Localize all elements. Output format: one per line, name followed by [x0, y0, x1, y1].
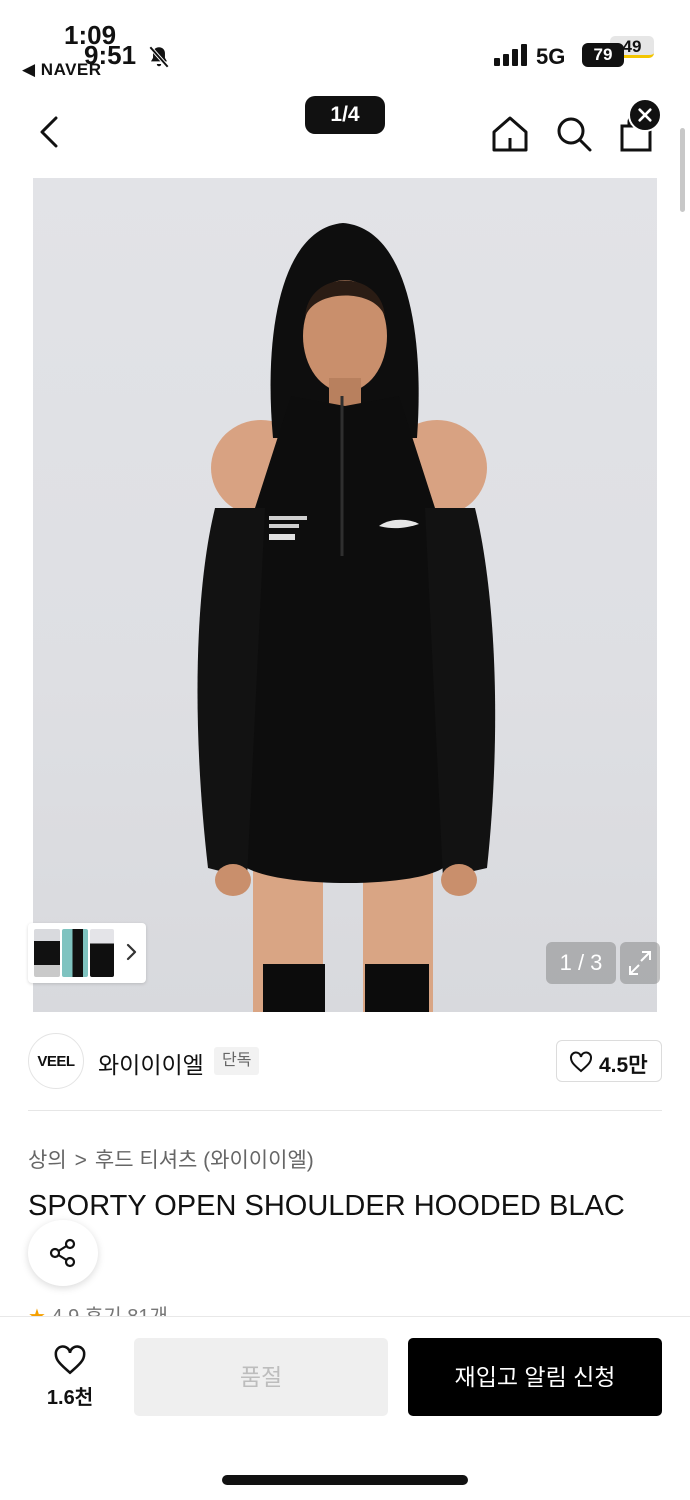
back-to-app-label[interactable]: ◀ NAVER: [22, 60, 102, 80]
thumbnail-1[interactable]: [34, 929, 60, 977]
signal-icon: [494, 44, 527, 66]
rating-summary[interactable]: ★ 4.9 후기 81개: [28, 1300, 168, 1316]
wishlist-count: 1.6천: [46, 1387, 94, 1409]
soldout-button: 품절: [134, 1338, 388, 1416]
network-type: 5G: [536, 44, 566, 69]
share-icon: [49, 1238, 76, 1268]
star-icon: ★: [28, 1306, 46, 1316]
bell-mute-icon: [148, 45, 170, 69]
image-counter: 1 / 3: [546, 942, 616, 984]
close-icon[interactable]: [628, 98, 662, 132]
back-icon[interactable]: [30, 112, 70, 152]
breadcrumb-category[interactable]: 상의: [28, 1149, 67, 1172]
thumbnail-strip[interactable]: [28, 923, 146, 983]
breadcrumb-separator: >: [74, 1149, 87, 1172]
search-icon[interactable]: [552, 112, 596, 156]
home-indicator[interactable]: [222, 1475, 468, 1485]
model-photo: [197, 223, 496, 1012]
thumbnail-3[interactable]: [90, 929, 114, 977]
product-image[interactable]: [33, 178, 657, 1012]
chevron-right-icon[interactable]: [124, 941, 140, 963]
rating-value: 4.9: [52, 1306, 80, 1316]
share-button[interactable]: [28, 1220, 98, 1286]
bottom-action-bar: 1.6천 품절 재입고 알림 신청: [0, 1316, 690, 1500]
divider: [28, 1110, 662, 1111]
brand-like-count: 4.5만: [599, 1054, 648, 1077]
home-icon[interactable]: [488, 112, 532, 156]
brand-name[interactable]: 와이이이엘: [98, 1046, 204, 1080]
exclusive-badge: 단독: [214, 1047, 260, 1075]
battery-primary: 79: [582, 43, 624, 67]
heart-icon: [570, 1051, 592, 1073]
brand-logo[interactable]: VEEL: [28, 1033, 84, 1089]
top-nav: 1/4: [0, 90, 690, 176]
review-count: 후기 81개: [85, 1306, 168, 1316]
scrollbar[interactable]: [680, 128, 685, 212]
heart-icon: [54, 1345, 86, 1375]
brand-like-button[interactable]: 4.5만: [556, 1040, 662, 1082]
expand-icon[interactable]: [620, 942, 660, 984]
thumbnail-2[interactable]: [62, 929, 88, 977]
wishlist-button[interactable]: 1.6천: [30, 1341, 110, 1411]
product-title: SPORTY OPEN SHOULDER HOODED BLAC: [28, 1190, 625, 1222]
restock-alert-button[interactable]: 재입고 알림 신청: [408, 1338, 662, 1416]
image-pager: 1/4: [305, 96, 385, 134]
breadcrumb: 상의 > 후드 티셔츠 (와이이이엘): [28, 1144, 314, 1174]
breadcrumb-subcategory[interactable]: 후드 티셔츠 (와이이이엘): [95, 1149, 314, 1172]
status-bar: 1:09 9:51 ◀ NAVER 5G 49 79: [0, 0, 690, 90]
